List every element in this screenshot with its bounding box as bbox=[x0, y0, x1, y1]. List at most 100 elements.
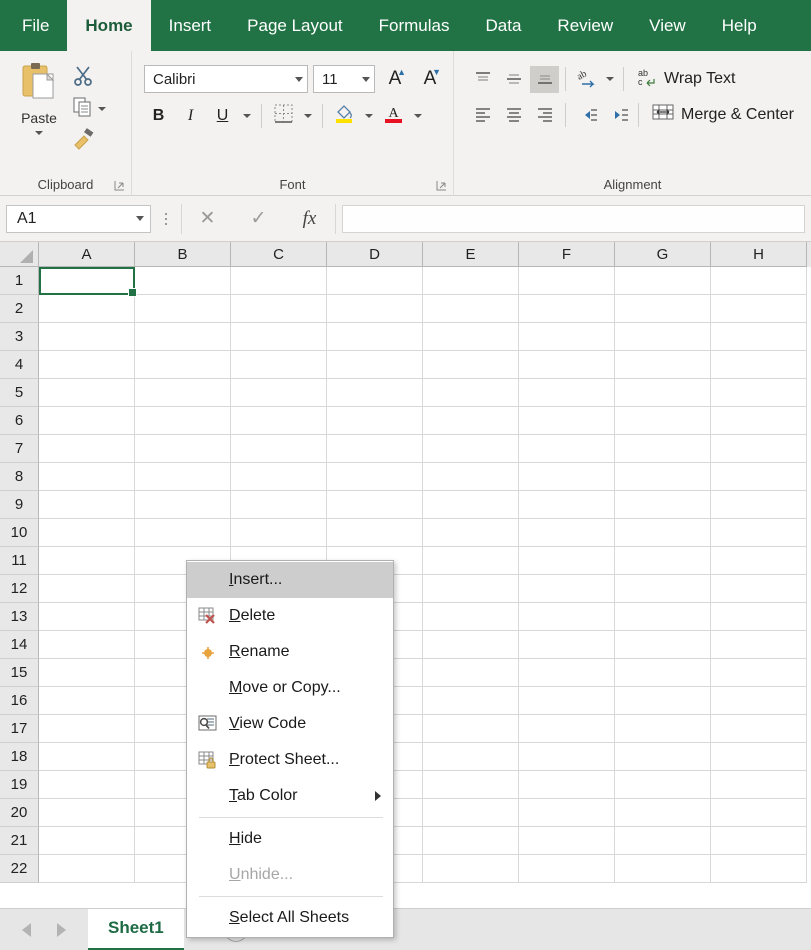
cell-F1[interactable] bbox=[519, 267, 615, 295]
cell-A1[interactable] bbox=[39, 267, 137, 297]
copy-dropdown-caret-icon[interactable] bbox=[98, 107, 106, 111]
cell-G10[interactable] bbox=[615, 519, 711, 547]
cell-C2[interactable] bbox=[231, 295, 327, 323]
nav-next-icon[interactable] bbox=[57, 922, 66, 937]
cell-H19[interactable] bbox=[711, 771, 807, 799]
cell-C9[interactable] bbox=[231, 491, 327, 519]
cell-H1[interactable] bbox=[711, 267, 807, 295]
column-header-H[interactable]: H bbox=[711, 242, 807, 267]
align-middle-button[interactable] bbox=[499, 66, 528, 93]
row-header-3[interactable]: 3 bbox=[0, 323, 39, 351]
cell-G22[interactable] bbox=[615, 855, 711, 883]
cell-D6[interactable] bbox=[327, 407, 423, 435]
ribbon-tab-view[interactable]: View bbox=[631, 0, 704, 51]
cell-C3[interactable] bbox=[231, 323, 327, 351]
bold-button[interactable]: B bbox=[144, 102, 173, 130]
italic-button[interactable]: I bbox=[176, 102, 205, 130]
cell-A17[interactable] bbox=[39, 715, 135, 743]
cell-G18[interactable] bbox=[615, 743, 711, 771]
cell-H5[interactable] bbox=[711, 379, 807, 407]
cell-H14[interactable] bbox=[711, 631, 807, 659]
cell-H7[interactable] bbox=[711, 435, 807, 463]
cell-A20[interactable] bbox=[39, 799, 135, 827]
cell-F13[interactable] bbox=[519, 603, 615, 631]
cell-H10[interactable] bbox=[711, 519, 807, 547]
cell-A3[interactable] bbox=[39, 323, 135, 351]
font-size-combobox[interactable]: 11 bbox=[313, 65, 375, 93]
cell-F17[interactable] bbox=[519, 715, 615, 743]
cell-C1[interactable] bbox=[231, 267, 327, 295]
cell-A11[interactable] bbox=[39, 547, 135, 575]
cell-C5[interactable] bbox=[231, 379, 327, 407]
cell-A16[interactable] bbox=[39, 687, 135, 715]
cell-B7[interactable] bbox=[135, 435, 231, 463]
cell-G15[interactable] bbox=[615, 659, 711, 687]
cell-H3[interactable] bbox=[711, 323, 807, 351]
merge-and-center-button[interactable]: Merge & Center bbox=[645, 101, 800, 128]
cell-E1[interactable] bbox=[423, 267, 519, 295]
font-name-combobox[interactable]: Calibri bbox=[144, 65, 308, 93]
cell-E19[interactable] bbox=[423, 771, 519, 799]
font-color-button[interactable]: A bbox=[379, 102, 408, 130]
cell-G13[interactable] bbox=[615, 603, 711, 631]
cell-H11[interactable] bbox=[711, 547, 807, 575]
cell-F5[interactable] bbox=[519, 379, 615, 407]
cell-G8[interactable] bbox=[615, 463, 711, 491]
cell-E13[interactable] bbox=[423, 603, 519, 631]
cell-B3[interactable] bbox=[135, 323, 231, 351]
cell-F22[interactable] bbox=[519, 855, 615, 883]
cell-G2[interactable] bbox=[615, 295, 711, 323]
row-header-14[interactable]: 14 bbox=[0, 631, 39, 659]
wrap-text-button[interactable]: ab c Wrap Text bbox=[630, 66, 741, 93]
cell-H13[interactable] bbox=[711, 603, 807, 631]
column-header-C[interactable]: C bbox=[231, 242, 327, 267]
nav-prev-icon[interactable] bbox=[22, 922, 31, 937]
cell-E5[interactable] bbox=[423, 379, 519, 407]
column-header-F[interactable]: F bbox=[519, 242, 615, 267]
orientation-dropdown-caret-icon[interactable] bbox=[603, 65, 617, 93]
fill-color-dropdown-caret-icon[interactable] bbox=[362, 102, 376, 130]
ribbon-tab-file[interactable]: File bbox=[4, 0, 67, 51]
cell-H12[interactable] bbox=[711, 575, 807, 603]
align-bottom-button[interactable] bbox=[530, 65, 559, 93]
cell-D9[interactable] bbox=[327, 491, 423, 519]
cell-G1[interactable] bbox=[615, 267, 711, 295]
cell-C7[interactable] bbox=[231, 435, 327, 463]
cell-H22[interactable] bbox=[711, 855, 807, 883]
cell-G21[interactable] bbox=[615, 827, 711, 855]
borders-button[interactable] bbox=[269, 102, 298, 130]
cell-E14[interactable] bbox=[423, 631, 519, 659]
align-top-button[interactable] bbox=[468, 66, 497, 93]
cell-H20[interactable] bbox=[711, 799, 807, 827]
clipboard-dialog-launcher-icon[interactable] bbox=[114, 180, 125, 191]
cell-G14[interactable] bbox=[615, 631, 711, 659]
row-header-20[interactable]: 20 bbox=[0, 799, 39, 827]
cell-B8[interactable] bbox=[135, 463, 231, 491]
insert-function-button[interactable]: fx bbox=[284, 204, 335, 234]
borders-dropdown-caret-icon[interactable] bbox=[301, 102, 315, 130]
cell-F18[interactable] bbox=[519, 743, 615, 771]
cell-B6[interactable] bbox=[135, 407, 231, 435]
row-header-16[interactable]: 16 bbox=[0, 687, 39, 715]
cell-E15[interactable] bbox=[423, 659, 519, 687]
column-header-A[interactable]: A bbox=[39, 242, 135, 267]
cell-G12[interactable] bbox=[615, 575, 711, 603]
row-header-10[interactable]: 10 bbox=[0, 519, 39, 547]
cell-G16[interactable] bbox=[615, 687, 711, 715]
align-right-button[interactable] bbox=[530, 101, 559, 128]
cell-E8[interactable] bbox=[423, 463, 519, 491]
cell-E6[interactable] bbox=[423, 407, 519, 435]
cell-E21[interactable] bbox=[423, 827, 519, 855]
cell-F16[interactable] bbox=[519, 687, 615, 715]
cell-F14[interactable] bbox=[519, 631, 615, 659]
cell-A22[interactable] bbox=[39, 855, 135, 883]
increase-font-size-button[interactable]: A ▲ bbox=[380, 65, 410, 93]
column-header-B[interactable]: B bbox=[135, 242, 231, 267]
cell-H16[interactable] bbox=[711, 687, 807, 715]
menu-item-select-all-sheets[interactable]: Select All Sheets bbox=[187, 900, 393, 936]
row-header-18[interactable]: 18 bbox=[0, 743, 39, 771]
ribbon-tab-insert[interactable]: Insert bbox=[151, 0, 230, 51]
row-header-7[interactable]: 7 bbox=[0, 435, 39, 463]
row-header-2[interactable]: 2 bbox=[0, 295, 39, 323]
cell-F12[interactable] bbox=[519, 575, 615, 603]
